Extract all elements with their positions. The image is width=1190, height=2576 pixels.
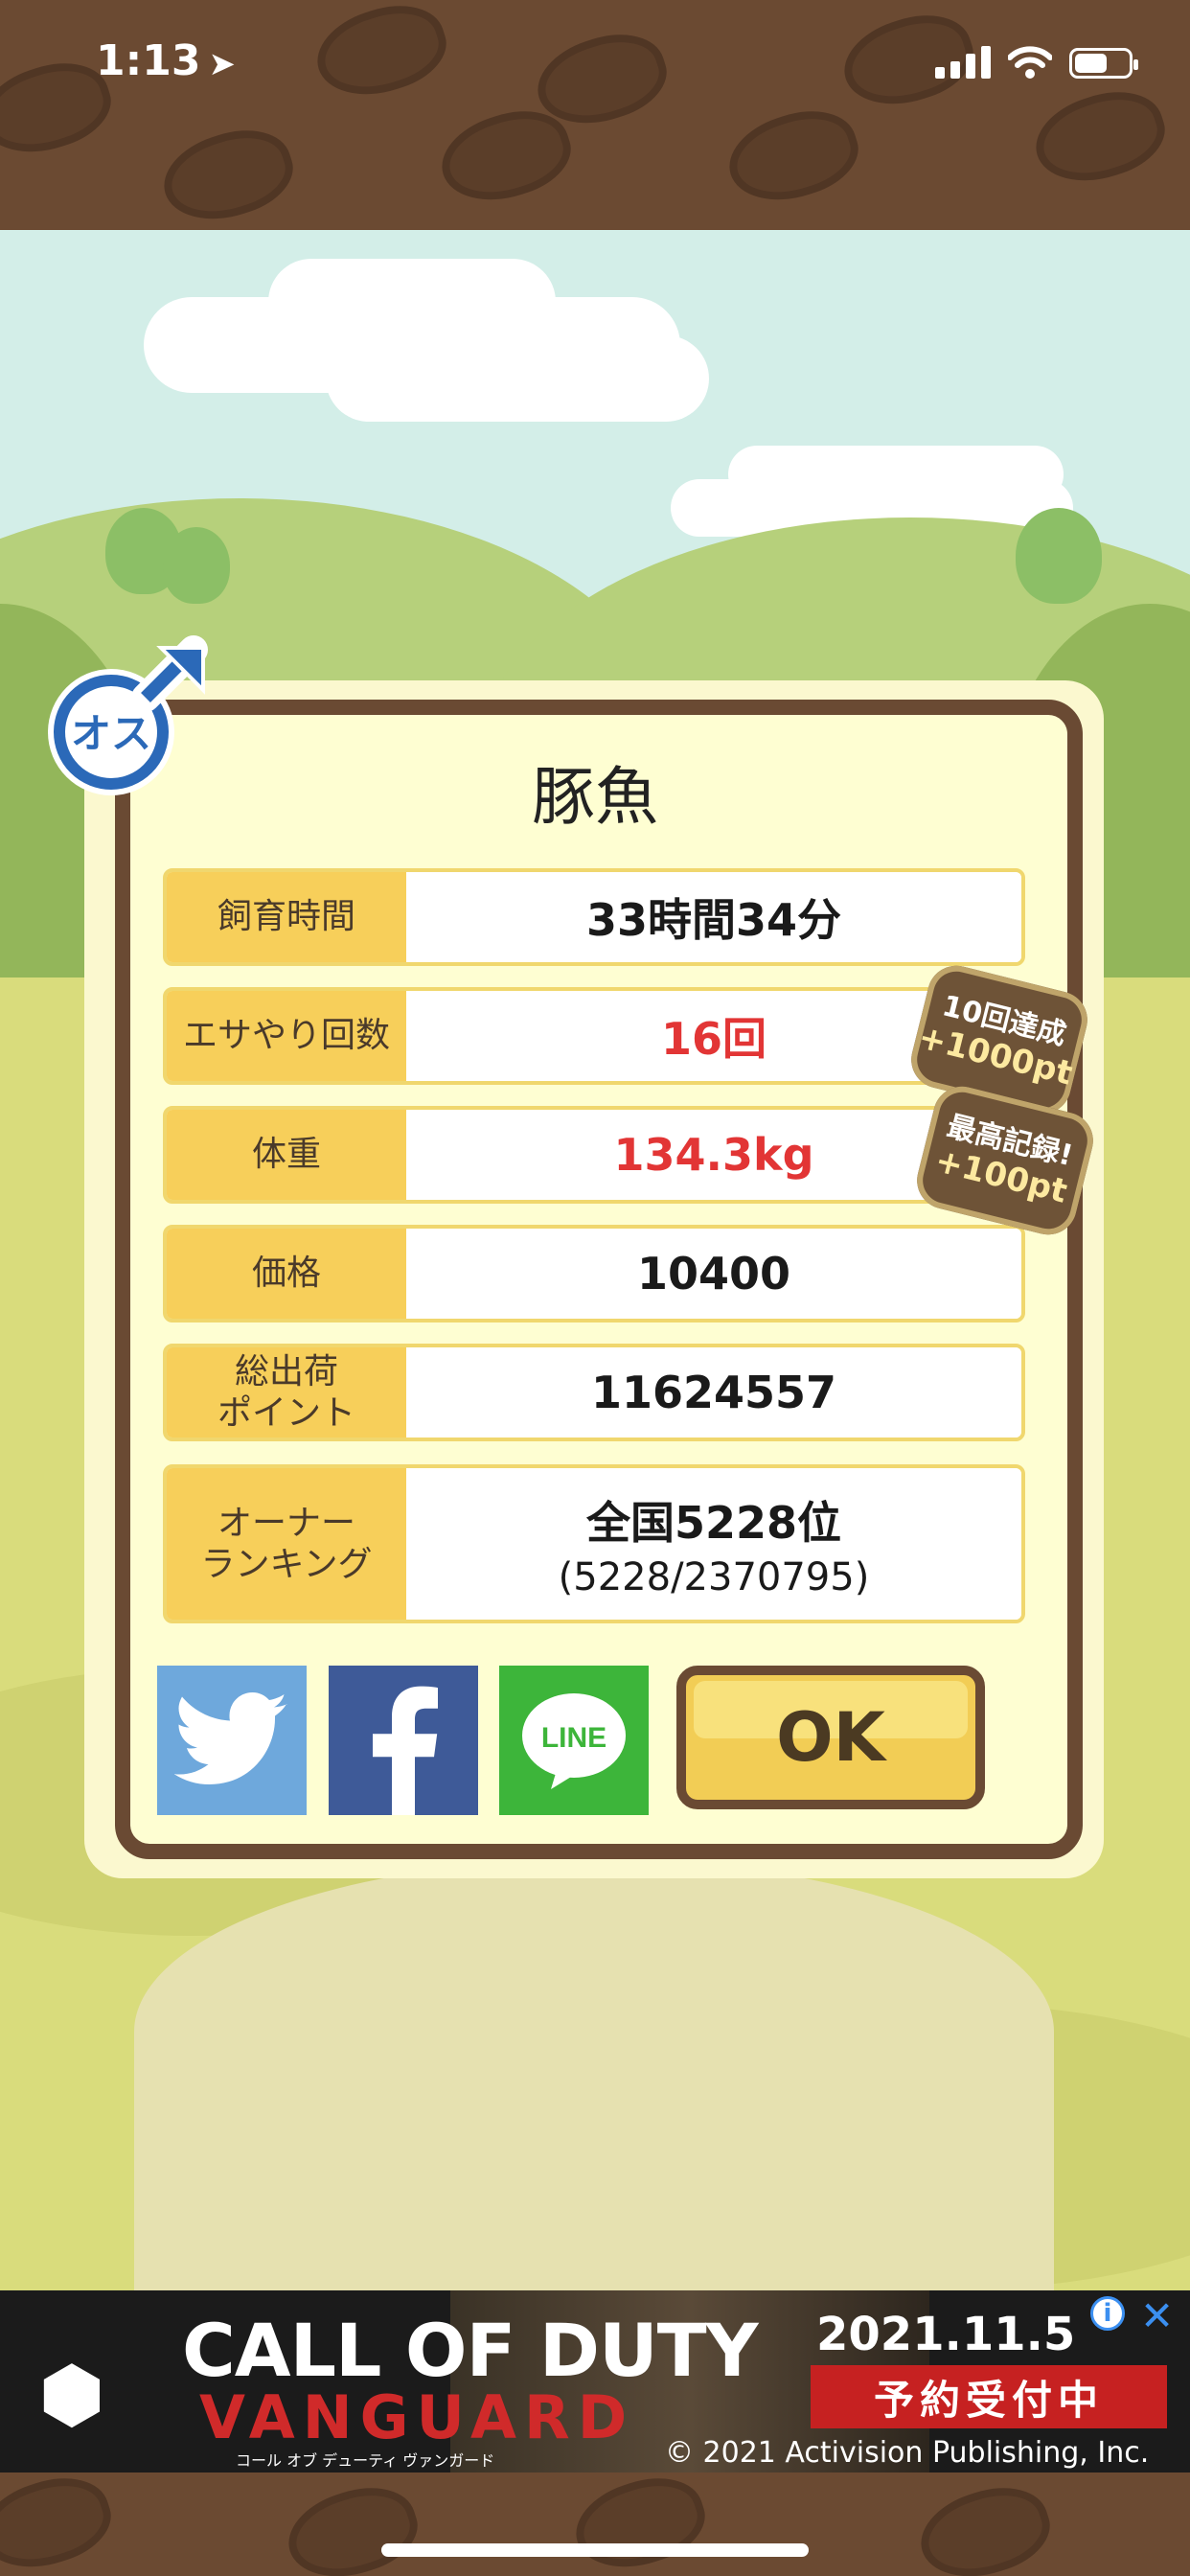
bean-pattern <box>719 97 868 216</box>
bean-pattern <box>910 2473 1060 2576</box>
playstation-icon: ⬢ <box>38 2350 105 2439</box>
ad-banner[interactable]: ⬢ CALL OF DUTY VANGUARD コール オブ デューティ ヴァン… <box>0 2290 1190 2472</box>
stat-row: 価格 10400 <box>163 1225 1025 1322</box>
stat-value: 10400 <box>406 1229 1021 1319</box>
ad-brand-top: CALL OF DUTY <box>182 2308 759 2393</box>
tree <box>1016 508 1102 604</box>
facebook-share-button[interactable] <box>329 1666 478 1815</box>
bean-pattern <box>307 0 456 110</box>
ad-close-icon[interactable]: ✕ <box>1140 2292 1174 2339</box>
stat-value: 33時間34分 <box>406 872 1021 962</box>
status-icons <box>935 46 1138 79</box>
dirt-path <box>134 1859 1054 2290</box>
stat-row: 飼育時間 33時間34分 <box>163 868 1025 966</box>
ok-button[interactable]: OK <box>676 1666 985 1809</box>
cloud <box>326 335 709 422</box>
signal-icon <box>935 46 991 79</box>
tree <box>163 527 230 604</box>
ranking-detail: (5228/2370795) <box>558 1555 870 1599</box>
stat-row: 体重 134.3kg <box>163 1106 1025 1204</box>
bean-pattern <box>565 2472 715 2576</box>
gender-label: オス <box>71 710 151 757</box>
ad-cta[interactable]: 予約受付中 <box>811 2365 1167 2428</box>
bean-pattern <box>0 2472 121 2576</box>
bean-pattern <box>153 116 303 230</box>
stat-label: 飼育時間 <box>167 872 406 962</box>
status-time: 1:13 ➤ <box>96 36 236 85</box>
stat-label: 価格 <box>167 1229 406 1319</box>
ad-info-icon[interactable]: i <box>1090 2296 1125 2331</box>
status-bar: 1:13 ➤ <box>0 0 1190 230</box>
battery-icon <box>1069 48 1138 79</box>
bean-pattern <box>1025 78 1175 196</box>
bottom-background <box>0 2472 1190 2576</box>
twitter-share-button[interactable] <box>157 1666 307 1815</box>
bean-pattern <box>278 2473 427 2576</box>
stat-row: 総出荷 ポイント 11624557 <box>163 1344 1025 1441</box>
home-indicator[interactable] <box>381 2543 809 2557</box>
wifi-icon <box>1008 46 1052 79</box>
location-arrow-icon: ➤ <box>208 45 236 83</box>
stat-label: エサやり回数 <box>167 991 406 1081</box>
facebook-icon <box>373 1686 438 1815</box>
stat-value: 11624557 <box>406 1347 1021 1438</box>
line-icon: LINE <box>522 1693 626 1789</box>
twitter-icon <box>174 1692 287 1784</box>
ranking-value: 全国5228位 <box>585 1497 842 1549</box>
line-share-button[interactable]: LINE <box>499 1666 649 1815</box>
ranking-row: オーナー ランキング 全国5228位 (5228/2370795) <box>163 1464 1025 1623</box>
cloud <box>728 446 1064 503</box>
ad-brand-kana: コール オブ デューティ ヴァンガード <box>236 2451 495 2470</box>
stat-row: エサやり回数 16回 <box>163 987 1025 1085</box>
ranking-label: オーナー ランキング <box>167 1468 406 1620</box>
ad-brand-bottom: VANGUARD <box>199 2382 635 2452</box>
male-gender-icon: オス <box>48 635 208 795</box>
line-label: LINE <box>541 1722 606 1754</box>
ranking-value-block: 全国5228位 (5228/2370795) <box>406 1468 1021 1620</box>
stat-label: 総出荷 ポイント <box>167 1347 406 1438</box>
ad-copyright: © 2021 Activision Publishing, Inc. <box>665 2436 1150 2470</box>
ok-label: OK <box>776 1698 885 1777</box>
cloud <box>268 259 556 345</box>
stat-label: 体重 <box>167 1110 406 1200</box>
